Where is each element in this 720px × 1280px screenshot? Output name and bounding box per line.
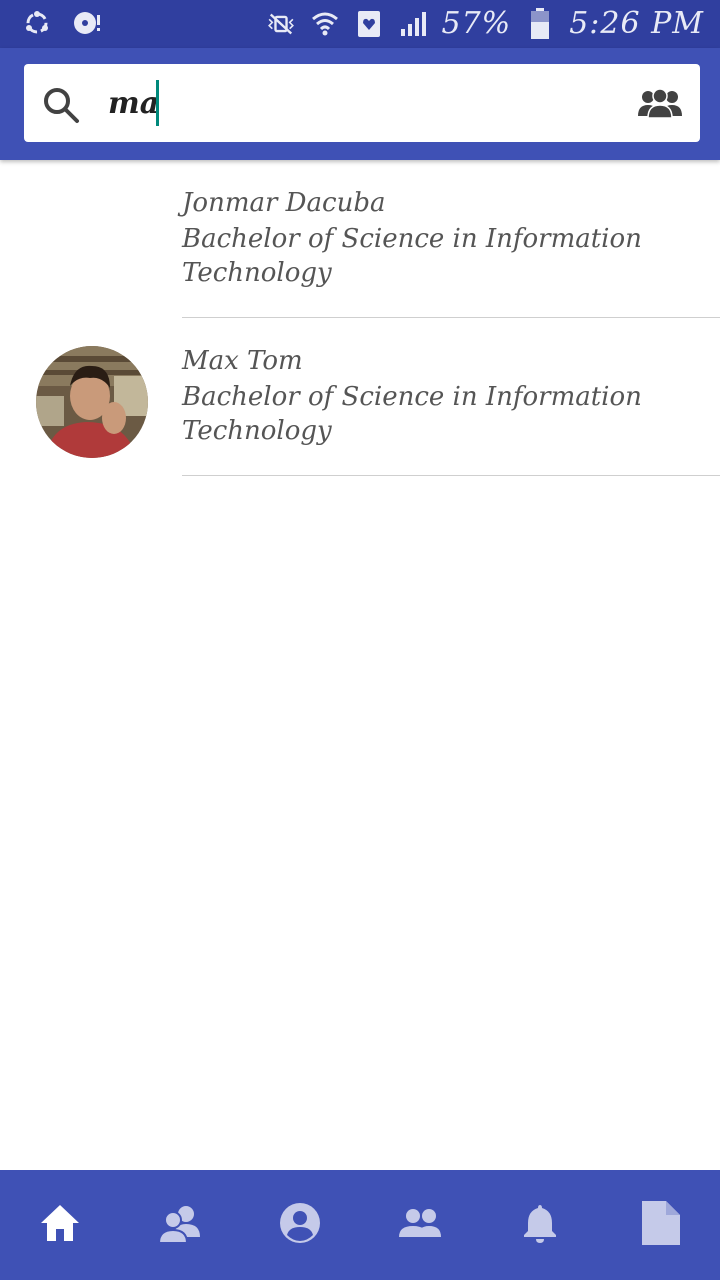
search-input[interactable]	[108, 78, 608, 128]
document-icon	[638, 1201, 682, 1249]
text-caret	[156, 80, 159, 126]
list-item[interactable]: Max Tom Bachelor of Science in Informati…	[0, 318, 720, 476]
status-bar: 57% 5:26 PM	[0, 0, 720, 48]
vibrate-mute-icon	[266, 9, 296, 39]
bottom-navigation	[0, 1170, 720, 1280]
avatar	[36, 346, 148, 458]
divider	[182, 475, 720, 476]
sync-icon	[22, 8, 52, 38]
nav-groups[interactable]	[360, 1170, 480, 1280]
student-name: Jonmar Dacuba	[182, 188, 386, 218]
app-bar	[0, 48, 720, 160]
disc-icon	[72, 8, 102, 38]
list-item[interactable]: Jonmar Dacuba Bachelor of Science in Inf…	[0, 160, 720, 318]
list-item-text: Max Tom Bachelor of Science in Informati…	[182, 344, 682, 448]
search-box[interactable]	[24, 64, 700, 142]
home-icon	[38, 1201, 82, 1249]
notifications-icon	[518, 1201, 562, 1249]
student-course: Bachelor of Science in Information Techn…	[182, 382, 642, 446]
profile-icon	[278, 1201, 322, 1249]
student-name: Max Tom	[182, 346, 303, 376]
clock: 5:26 PM	[569, 6, 704, 41]
battery-percent: 57%	[441, 6, 512, 41]
nav-friends[interactable]	[120, 1170, 240, 1280]
battery-icon	[525, 7, 555, 39]
friends-icon	[157, 1201, 202, 1249]
wifi-icon	[310, 9, 340, 39]
groups-icon	[398, 1201, 442, 1249]
nav-home[interactable]	[0, 1170, 120, 1280]
student-course: Bachelor of Science in Information Techn…	[182, 224, 642, 288]
health-icon	[354, 9, 384, 39]
nav-notifications[interactable]	[480, 1170, 600, 1280]
search-results-list: Jonmar Dacuba Bachelor of Science in Inf…	[0, 160, 720, 476]
list-item-text: Jonmar Dacuba Bachelor of Science in Inf…	[182, 186, 682, 290]
group-icon[interactable]	[638, 88, 682, 119]
search-icon[interactable]	[42, 86, 80, 124]
nav-profile[interactable]	[240, 1170, 360, 1280]
nav-documents[interactable]	[600, 1170, 720, 1280]
signal-icon	[398, 9, 428, 39]
